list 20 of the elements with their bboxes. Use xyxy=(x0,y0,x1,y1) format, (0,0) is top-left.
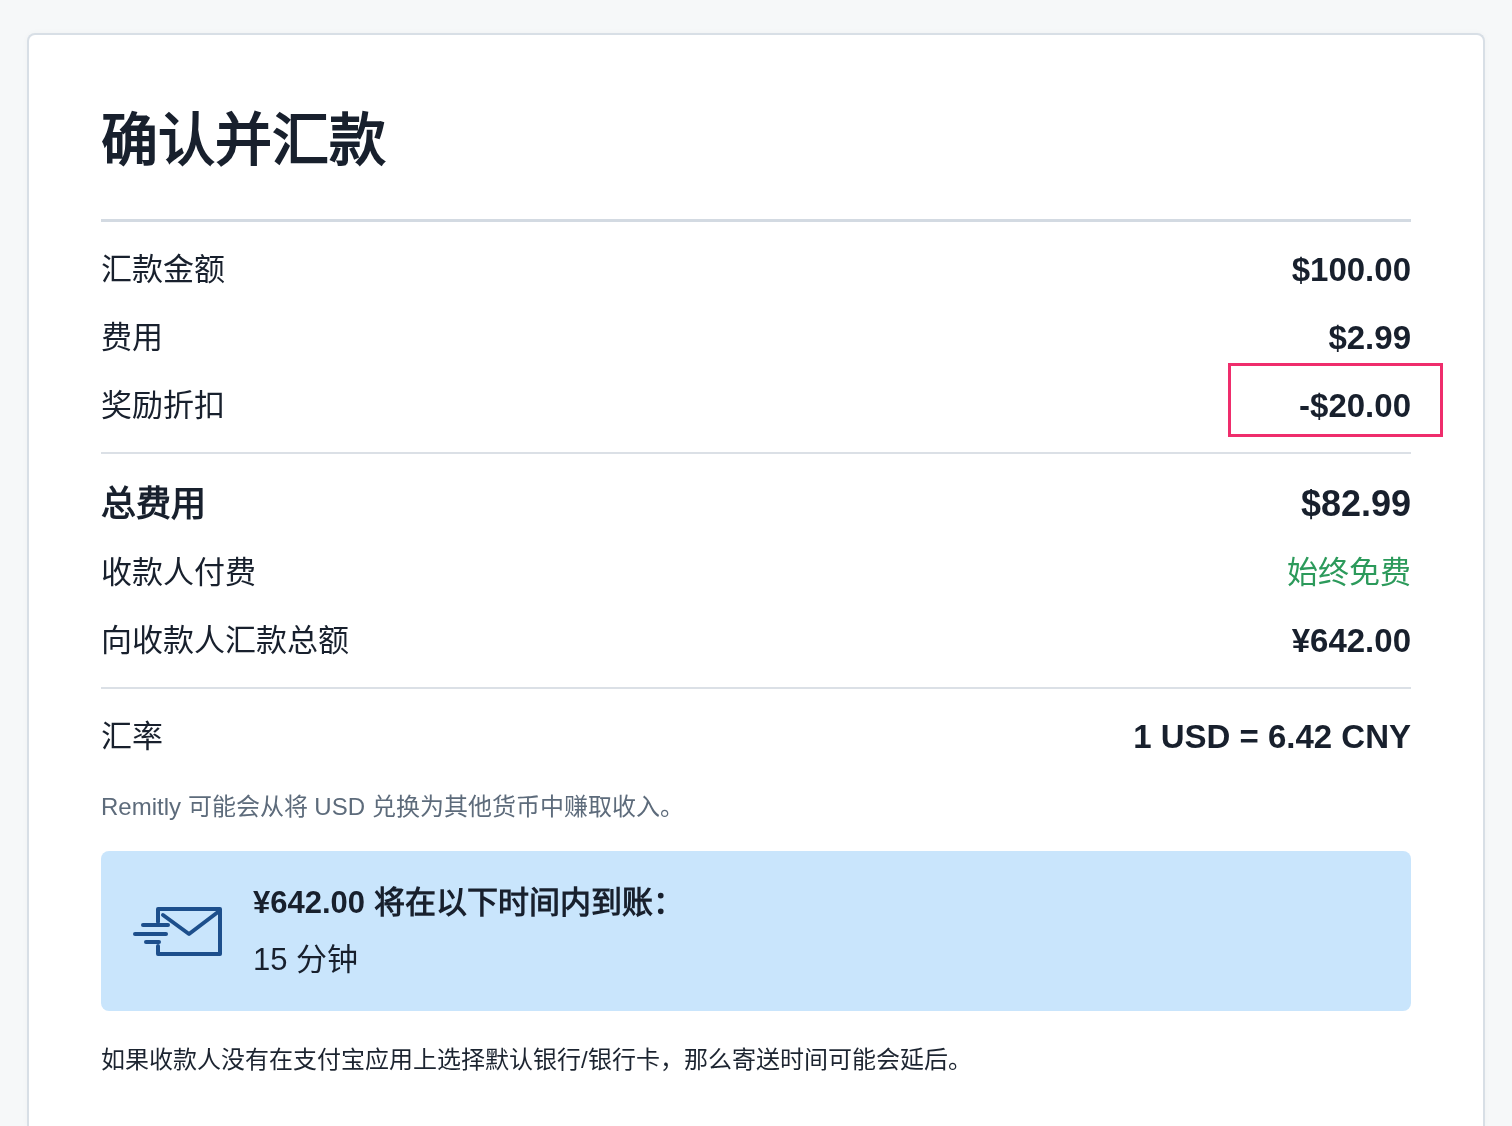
row-label: 奖励折扣 xyxy=(101,387,225,425)
row-value: ¥642.00 xyxy=(1291,621,1411,661)
row-value: $82.99 xyxy=(1300,483,1411,524)
row-value: 1 USD = 6.42 CNY xyxy=(1133,717,1411,757)
page-title: 确认并汇款 xyxy=(101,107,386,174)
exchange-note: Remitly 可能会从将 USD 兑换为其他货币中赚取收入。 xyxy=(101,792,685,822)
delivery-time: 15 分钟 xyxy=(253,940,359,979)
delivery-notice: 如果收款人没有在支付宝应用上选择默认银行/银行卡，那么寄送时间可能会延后。 xyxy=(101,1045,973,1075)
row-value: $2.99 xyxy=(1328,318,1411,358)
row-value: 始终免费 xyxy=(1287,554,1411,592)
row-value: $100.00 xyxy=(1291,250,1411,290)
row-label: 向收款人汇款总额 xyxy=(101,622,349,660)
row-label: 汇款金额 xyxy=(101,251,225,289)
row-label: 汇率 xyxy=(101,718,163,756)
delivery-heading: ¥642.00 将在以下时间内到账： xyxy=(253,883,684,922)
row-label: 费用 xyxy=(101,319,163,357)
row-label: 总费用 xyxy=(101,483,206,524)
envelope-icon xyxy=(133,905,223,957)
row-value: -$20.00 xyxy=(1299,386,1411,426)
row-label: 收款人付费 xyxy=(101,554,256,592)
